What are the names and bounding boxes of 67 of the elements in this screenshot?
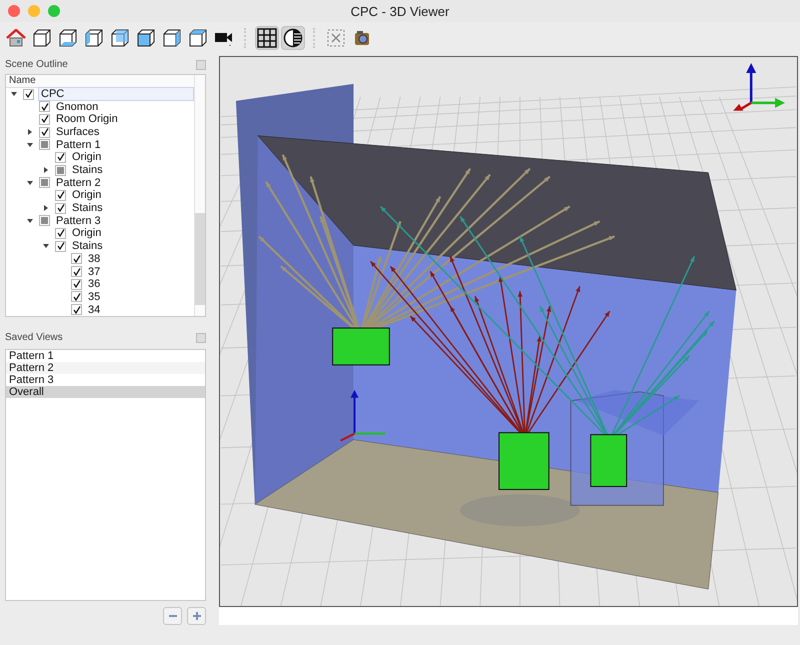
list-item[interactable]: Overall (6, 386, 205, 398)
plus-icon (192, 611, 202, 621)
checkbox[interactable] (71, 253, 82, 264)
cube-icon (163, 29, 181, 47)
tree-item[interactable]: Pattern 2 (54, 176, 103, 189)
checkbox[interactable] (39, 101, 50, 112)
tree-item[interactable]: Gnomon (54, 100, 100, 113)
tree-item[interactable]: Stains (70, 164, 105, 176)
window-title: CPC - 3D Viewer (350, 4, 450, 18)
collapse-arrow-icon[interactable] (26, 178, 34, 187)
expand-arrow-icon[interactable] (42, 204, 50, 212)
checkbox[interactable] (39, 114, 50, 125)
tree-item[interactable]: Origin (70, 227, 104, 240)
checkbox[interactable] (55, 152, 66, 163)
list-item[interactable]: Pattern 2 (6, 362, 205, 374)
panel-title: Scene Outline (5, 59, 68, 70)
tree-item[interactable]: 37 (86, 266, 102, 278)
tree-item[interactable]: 34 (86, 304, 102, 316)
checkbox[interactable] (23, 88, 34, 100)
checkbox[interactable] (71, 291, 82, 302)
3d-viewport[interactable] (219, 56, 798, 608)
expand-arrow-icon[interactable] (42, 166, 50, 174)
tree-item[interactable]: 35 (86, 290, 102, 303)
checkbox[interactable] (39, 126, 50, 138)
checkbox[interactable] (71, 304, 82, 316)
shaded-sphere-icon (283, 28, 303, 48)
list-item[interactable]: Pattern 3 (6, 374, 205, 386)
panel-title: Saved Views (5, 332, 63, 344)
home-icon (6, 29, 26, 47)
checkbox[interactable] (55, 190, 66, 201)
checkbox[interactable] (55, 240, 66, 252)
tree-item[interactable]: Pattern 3 (54, 214, 103, 227)
expand-arrow-icon[interactable] (26, 128, 34, 136)
grid-icon (257, 28, 277, 48)
checkbox[interactable] (55, 228, 66, 239)
tree-item[interactable]: CPC (38, 87, 194, 102)
tree-item[interactable]: Origin (70, 189, 104, 202)
collapse-arrow-icon[interactable] (42, 242, 50, 250)
collapse-arrow-icon[interactable] (10, 90, 18, 98)
tree-item[interactable]: 36 (86, 278, 102, 290)
toolbar-button[interactable] (281, 26, 305, 50)
tree-item[interactable]: 38 (86, 252, 102, 265)
add-button[interactable] (187, 607, 206, 625)
collapse-arrow-icon[interactable] (26, 140, 34, 149)
cube-icon (85, 29, 103, 47)
camera-icon (352, 28, 372, 48)
cube-icon (111, 29, 129, 47)
toolbar-button[interactable] (255, 26, 279, 50)
checkbox[interactable] (71, 266, 82, 277)
cube-icon (137, 29, 155, 47)
column-header[interactable]: Name (6, 74, 194, 88)
list-item[interactable]: Pattern 1 (6, 350, 205, 362)
tree-item[interactable]: Stains (70, 202, 105, 214)
tree-item[interactable]: Room Origin (54, 113, 120, 126)
checkbox[interactable] (55, 202, 66, 214)
cube-icon (59, 29, 77, 47)
cube-icon (189, 29, 207, 47)
remove-button[interactable] (163, 607, 182, 625)
tree-item[interactable]: Pattern 1 (54, 138, 103, 151)
cube-icon (33, 29, 51, 47)
tree-item[interactable]: Stains (70, 240, 105, 252)
collapse-arrow-icon[interactable] (26, 216, 34, 225)
axes-gnomon-icon (733, 62, 786, 111)
tree-item[interactable]: Surfaces (54, 126, 102, 138)
tree-item[interactable]: Origin (70, 151, 104, 164)
checkbox[interactable] (71, 278, 82, 290)
clear-selection-icon (326, 28, 346, 48)
